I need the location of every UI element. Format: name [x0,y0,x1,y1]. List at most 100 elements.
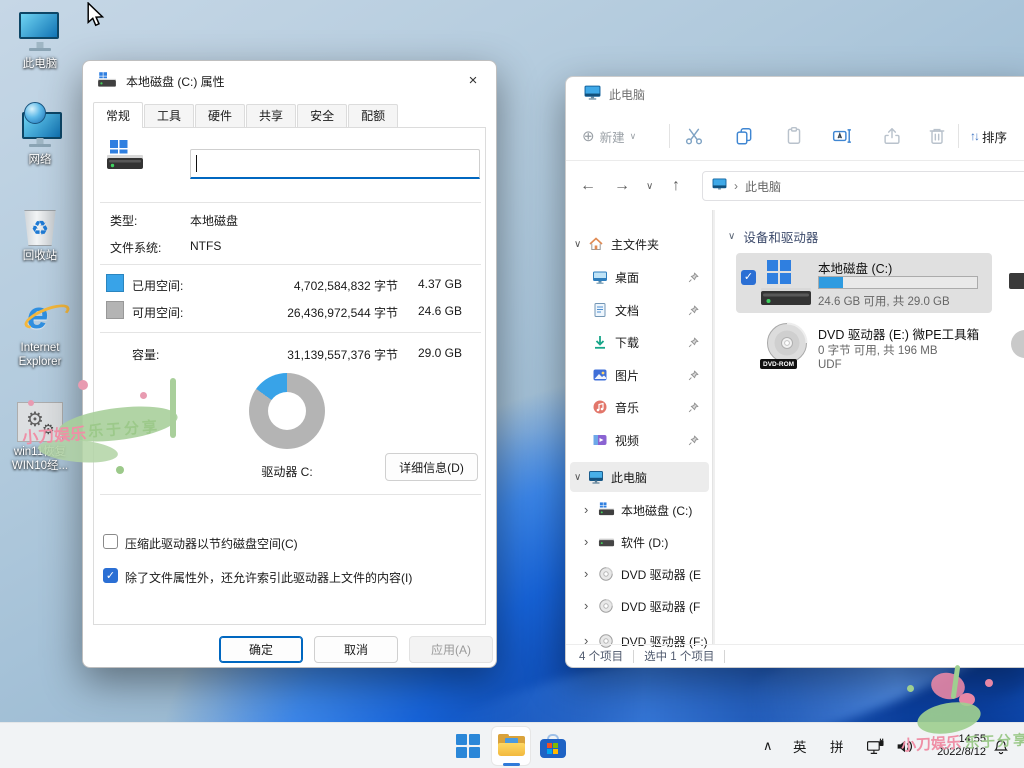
taskbar: ∧ 英 拼 14:55 2022/8/12 [0,722,1024,768]
tab-general[interactable]: 常规 [93,102,143,128]
disk-properties-dialog: 本地磁盘 (C:) 属性 × 常规 工具 硬件 共享 安全 配额 类型: 本地磁… [82,60,497,668]
sidebar-item-music[interactable]: 音乐 [570,392,709,422]
breadcrumb[interactable]: 此电脑 [745,178,781,195]
details-button[interactable]: 详细信息(D) [385,453,478,481]
network-icon [5,108,75,150]
sidebar-item-this-pc[interactable]: ∨ 此电脑 [570,462,709,492]
sidebar-item-videos[interactable]: 视频 [570,425,709,455]
this-pc-icon [712,178,727,194]
tray-show-hidden-icons[interactable]: ∧ [763,723,773,768]
desktop-icon-network[interactable]: 网络 [5,108,75,167]
chevron-down-icon[interactable]: ∨ [574,239,584,250]
desktop-icon-internet-explorer[interactable]: e InternetExplorer [5,296,75,369]
up-icon[interactable]: ↑ [672,177,680,195]
chevron-right-icon[interactable]: › [584,601,594,611]
active-app-indicator [503,763,520,766]
explorer-statusbar: 4 个项目 选中 1 个项目 [566,644,1024,667]
sidebar-item-drive-d[interactable]: › 软件 (D:) [570,527,709,557]
volume-name-input[interactable] [190,149,480,179]
download-icon [592,334,608,350]
sort-arrows-icon: ↑↓ [970,129,978,143]
this-pc-icon [588,469,604,485]
drive-icon [598,534,614,550]
sidebar-item-dvd-f[interactable]: › DVD 驱动器 (F [570,591,709,621]
sidebar-item-local-disk-c[interactable]: › 本地磁盘 (C:) [570,495,709,525]
new-button[interactable]: ⊕ 新建 ∨ [582,123,636,149]
network-icon[interactable] [866,723,885,768]
desktop-icon-this-pc[interactable]: 此电脑 [5,12,75,71]
tab-sharing[interactable]: 共享 [246,104,296,127]
dvd-e-item[interactable]: DVD-ROM DVD 驱动器 (E:) 微PE工具箱 0 字节 可用, 共 1… [736,316,992,376]
pane-divider[interactable] [712,210,715,644]
sidebar-item-downloads[interactable]: 下载 [570,327,709,357]
capacity-label: 容量: [132,346,159,363]
tab-hardware[interactable]: 硬件 [195,104,245,127]
sidebar-item-pictures[interactable]: 图片 [570,360,709,390]
mouse-cursor [86,2,108,33]
close-icon[interactable]: × [450,61,496,99]
taskbar-file-explorer[interactable] [491,726,531,766]
history-chevron-icon[interactable]: ∨ [646,181,653,192]
tab-tools[interactable]: 工具 [144,104,194,127]
copy-icon[interactable] [734,126,754,146]
desktop: 此电脑 网络 ♻ 回收站 e InternetExplorer ⚙⚙ win11… [0,0,1024,768]
video-icon [592,432,608,448]
ok-button[interactable]: 确定 [219,636,303,663]
explorer-titlebar[interactable]: 此电脑 [566,77,1024,111]
dvd-icon [598,598,614,614]
back-icon[interactable]: ← [580,177,596,195]
chevron-right-icon[interactable]: › [584,569,594,579]
sidebar-item-dvd-e[interactable]: › DVD 驱动器 (E [570,559,709,589]
index-checkbox[interactable]: ✓ [103,568,118,583]
cancel-button[interactable]: 取消 [314,636,398,663]
taskbar-clock[interactable]: 14:55 2022/8/12 [922,723,986,768]
sort-button[interactable]: ↑↓ 排序 [970,123,1007,149]
capacity-bar [818,276,978,289]
sidebar-item-home[interactable]: ∨ 主文件夹 [570,229,709,259]
music-icon [592,399,608,415]
drive-c-item[interactable]: ✓ 本地磁盘 (C:) 24.6 GB 可用, 共 29.0 GB [736,253,992,313]
used-space-swatch [106,274,124,292]
apply-button[interactable]: 应用(A) [409,636,493,663]
compress-checkbox[interactable] [103,534,118,549]
notification-bell-icon[interactable] [992,723,1010,768]
divider [100,264,481,265]
sidebar-item-desktop[interactable]: 桌面 [570,262,709,292]
dvd-icon [598,566,614,582]
selection-checkbox[interactable]: ✓ [741,270,756,285]
cut-icon[interactable] [684,126,704,146]
chevron-right-icon[interactable]: › [584,537,594,547]
explorer-toolbar: ⊕ 新建 ∨ ↑↓ [566,111,1024,161]
dialog-titlebar[interactable]: 本地磁盘 (C:) 属性 × [83,61,496,101]
drive-windows-icon-large [760,258,812,308]
start-button[interactable] [456,734,480,758]
delete-icon[interactable] [927,126,947,146]
drive-windows-icon [598,502,614,518]
desktop-icon-win11-restore[interactable]: ⚙⚙ win11恢复WIN10经... [5,400,75,473]
explorer-body: ∨ 主文件夹 桌面 文档 下载 图片 [566,210,1024,644]
sidebar-item-documents[interactable]: 文档 [570,295,709,325]
tab-quota[interactable]: 配额 [348,104,398,127]
volume-icon[interactable] [895,723,914,768]
group-header-devices[interactable]: ∨ 设备和驱动器 [728,227,818,246]
clock-time: 14:55 [958,733,986,746]
tab-security[interactable]: 安全 [297,104,347,127]
dvd-icon-large: DVD-ROM [760,321,812,371]
desktop-icon-recycle-bin[interactable]: ♻ 回收站 [5,204,75,263]
status-item-count: 4 个项目 [579,648,623,664]
type-value: 本地磁盘 [190,212,238,229]
pin-icon [688,272,699,283]
chevron-down-icon[interactable]: ∨ [574,472,584,483]
share-icon[interactable] [882,126,902,146]
paste-icon[interactable] [784,126,804,146]
drive-name: DVD 驱动器 (E:) 微PE工具箱 [818,324,979,343]
chevron-right-icon[interactable]: › [584,505,594,515]
breadcrumb-chevron-icon: › [734,179,738,193]
forward-icon[interactable]: → [614,177,630,195]
rename-icon[interactable] [832,126,852,146]
address-bar[interactable]: › 此电脑 [702,171,1024,201]
ime-language-indicator[interactable]: 英 [793,723,807,768]
explorer-navbar: ← → ∨ ↑ › 此电脑 [566,162,1024,210]
ime-pinyin-indicator[interactable]: 拼 [830,723,844,768]
desktop-folder-icon [592,269,608,285]
